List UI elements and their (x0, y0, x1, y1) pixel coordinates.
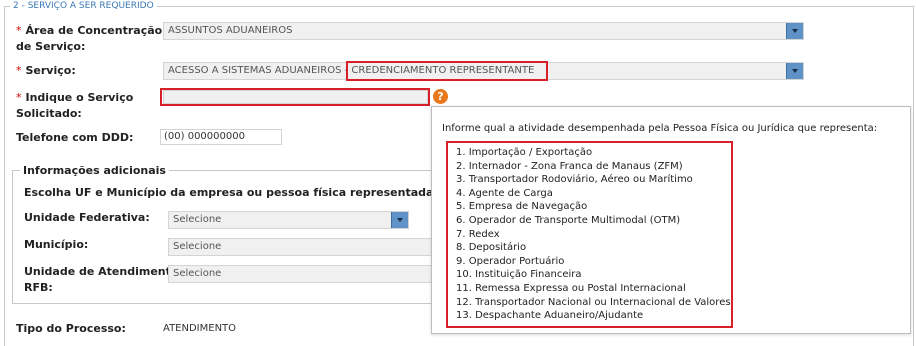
tooltip-list: 1. Importação / Exportação 2. Internador… (446, 141, 733, 328)
chevron-down-icon[interactable] (786, 23, 803, 39)
unidade-select-value: Selecione (173, 268, 222, 279)
municipio-select-value: Selecione (173, 241, 222, 252)
list-item: 13. Despachante Aduaneiro/Ajudante (456, 310, 644, 322)
info-instruction: Escolha UF e Município da empresa ou pes… (24, 186, 494, 199)
area-select-value: ASSUNTOS ADUANEIROS (168, 25, 293, 36)
telefone-input[interactable]: (00) 000000000 (160, 129, 282, 145)
servico-label-text: Serviço: (25, 64, 76, 77)
unidade-select[interactable]: Selecione (168, 265, 432, 283)
indique-label-line2: Solicitado: (16, 107, 82, 120)
servico-value-prefix: ACESSO A SISTEMAS ADUANEIROS - (168, 65, 352, 76)
area-label: * Área de Concentração de Serviço: (16, 23, 162, 55)
info-title: Informações adicionais (20, 164, 169, 178)
list-item: 1. Importação / Exportação (456, 147, 593, 158)
tipo-label: Tipo do Processo: (16, 322, 126, 335)
area-label-line1: Área de Concentração (25, 24, 163, 37)
list-item: 2. Internador - Zona Franca de Manaus (Z… (456, 160, 683, 172)
list-item: 7. Redex (456, 228, 500, 240)
servico-label: * Serviço: (16, 63, 76, 79)
area-label-line2: de Serviço: (16, 40, 86, 53)
area-select[interactable]: ASSUNTOS ADUANEIROS (163, 22, 804, 40)
indique-label: * Indique o Serviço Solicitado: (16, 90, 133, 122)
indique-label-line1: Indique o Serviço (25, 91, 134, 104)
help-tooltip: Informe qual a atividade desempenhada pe… (431, 106, 911, 334)
uf-select[interactable]: Selecione (168, 211, 409, 229)
unidade-label-line2: RFB: (24, 281, 53, 294)
list-item: 3. Transportador Rodoviário, Aéreo ou Ma… (456, 174, 693, 186)
list-item: 11. Remessa Expressa ou Postal Internaci… (456, 282, 686, 294)
tipo-value: ATENDIMENTO (163, 323, 237, 334)
list-item: 12. Transportador Nacional ou Internacio… (456, 296, 731, 308)
uf-select-value: Selecione (173, 214, 222, 225)
list-item: 4. Agente de Carga (456, 187, 553, 199)
required-mark: * (16, 24, 22, 37)
section-title: 2 - SERVIÇO A SER REQUERIDO (10, 0, 157, 12)
chevron-down-icon[interactable] (391, 212, 408, 228)
municipio-select[interactable]: Selecione (168, 238, 432, 256)
question-icon[interactable]: ? (433, 89, 448, 104)
municipio-label: Município: (24, 238, 89, 251)
unidade-label-line1: Unidade de Atendimento (24, 265, 179, 278)
required-mark: * (16, 64, 22, 77)
unidade-label: Unidade de Atendimento RFB: (24, 264, 178, 296)
telefone-label: Telefone com DDD: (16, 131, 134, 144)
list-item: 10. Instituição Financeira (456, 269, 582, 281)
highlight-box-servico (346, 61, 548, 81)
tooltip-intro: Informe qual a atividade desempenhada pe… (442, 123, 878, 134)
highlight-box-indique (160, 88, 430, 106)
list-item: 8. Depositário (456, 242, 527, 254)
list-item: 9. Operador Portuário (456, 255, 565, 267)
required-mark: * (16, 91, 22, 104)
chevron-down-icon[interactable] (786, 63, 803, 79)
uf-label: Unidade Federativa: (24, 211, 150, 224)
list-item: 5. Empresa de Navegação (456, 201, 588, 213)
list-item: 6. Operador de Transporte Multimodal (OT… (456, 214, 681, 226)
